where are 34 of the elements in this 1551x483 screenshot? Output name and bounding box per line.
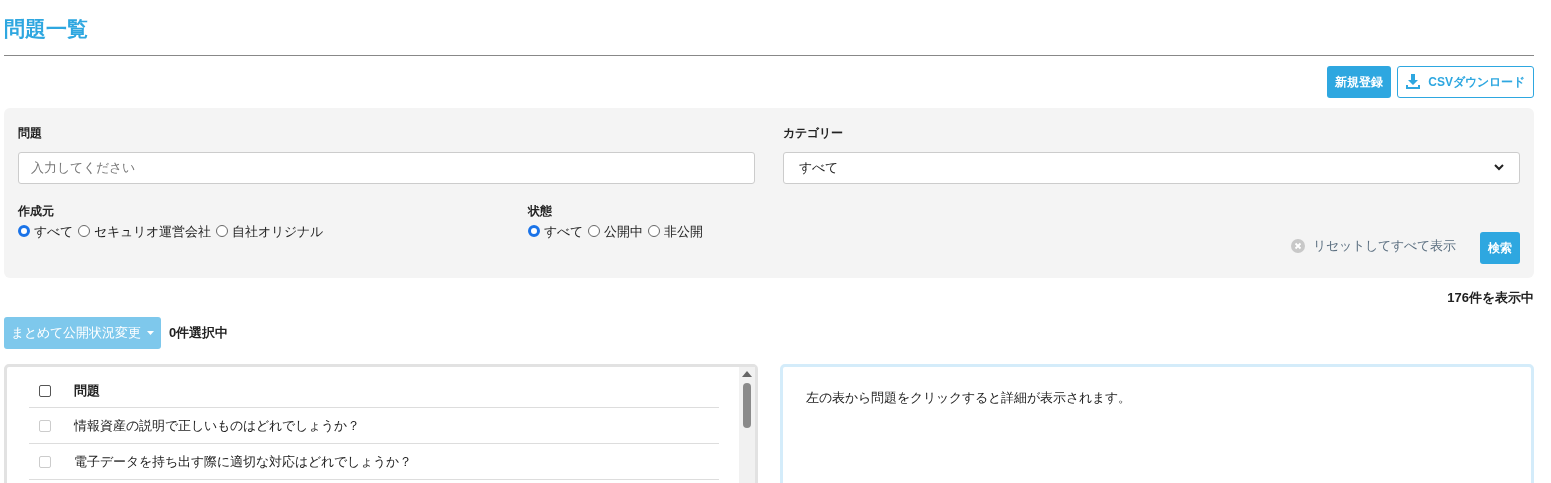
question-row[interactable]: 電子データを持ち出す際に適切な対応はどれでしょうか？ xyxy=(74,451,412,472)
field-label: 作成元 xyxy=(18,202,55,220)
question-row[interactable]: 情報資産の説明で正しいものはどれでしょうか？ xyxy=(74,415,360,436)
scroll-up-icon[interactable] xyxy=(742,371,752,377)
clear-icon xyxy=(1291,238,1305,253)
chevron-down-icon xyxy=(1494,164,1504,171)
field-label: カテゴリー xyxy=(783,124,844,142)
field-label: 問題 xyxy=(18,124,43,142)
checkbox[interactable] xyxy=(39,385,51,397)
reset-link[interactable]: リセットしてすべて表示 xyxy=(1291,236,1456,256)
field-label: 状態 xyxy=(528,202,553,220)
radio-icon[interactable] xyxy=(528,225,540,238)
radio-option[interactable]: すべて xyxy=(18,221,73,241)
radio-option[interactable]: 公開中 xyxy=(588,221,643,241)
selected-count: 0件選択中 xyxy=(169,324,229,343)
question-input[interactable]: 入力してください xyxy=(18,151,755,184)
radio-option[interactable]: 自社オリジナル xyxy=(216,221,323,241)
scroll-thumb[interactable] xyxy=(743,383,751,428)
radio-icon[interactable] xyxy=(648,225,660,238)
radio-option[interactable]: 非公開 xyxy=(648,221,703,241)
radio-icon[interactable] xyxy=(18,225,30,238)
radio-option[interactable]: すべて xyxy=(528,221,583,241)
caret-icon xyxy=(147,331,154,335)
radio-icon[interactable] xyxy=(588,225,600,238)
page-title: 問題一覧 xyxy=(4,16,89,42)
scrollbar[interactable] xyxy=(739,367,755,483)
category-select[interactable]: すべて xyxy=(783,151,1520,184)
radio-icon[interactable] xyxy=(216,225,228,238)
download-icon xyxy=(1406,74,1421,89)
result-count: 176件を表示中 xyxy=(1447,288,1534,307)
detail-message: 左の表から問題をクリックすると詳細が表示されます。 xyxy=(806,389,1132,407)
radio-icon[interactable] xyxy=(78,225,90,238)
radio-option[interactable]: セキュリオ運営会社 xyxy=(78,221,211,241)
column-header: 問題 xyxy=(74,382,100,401)
